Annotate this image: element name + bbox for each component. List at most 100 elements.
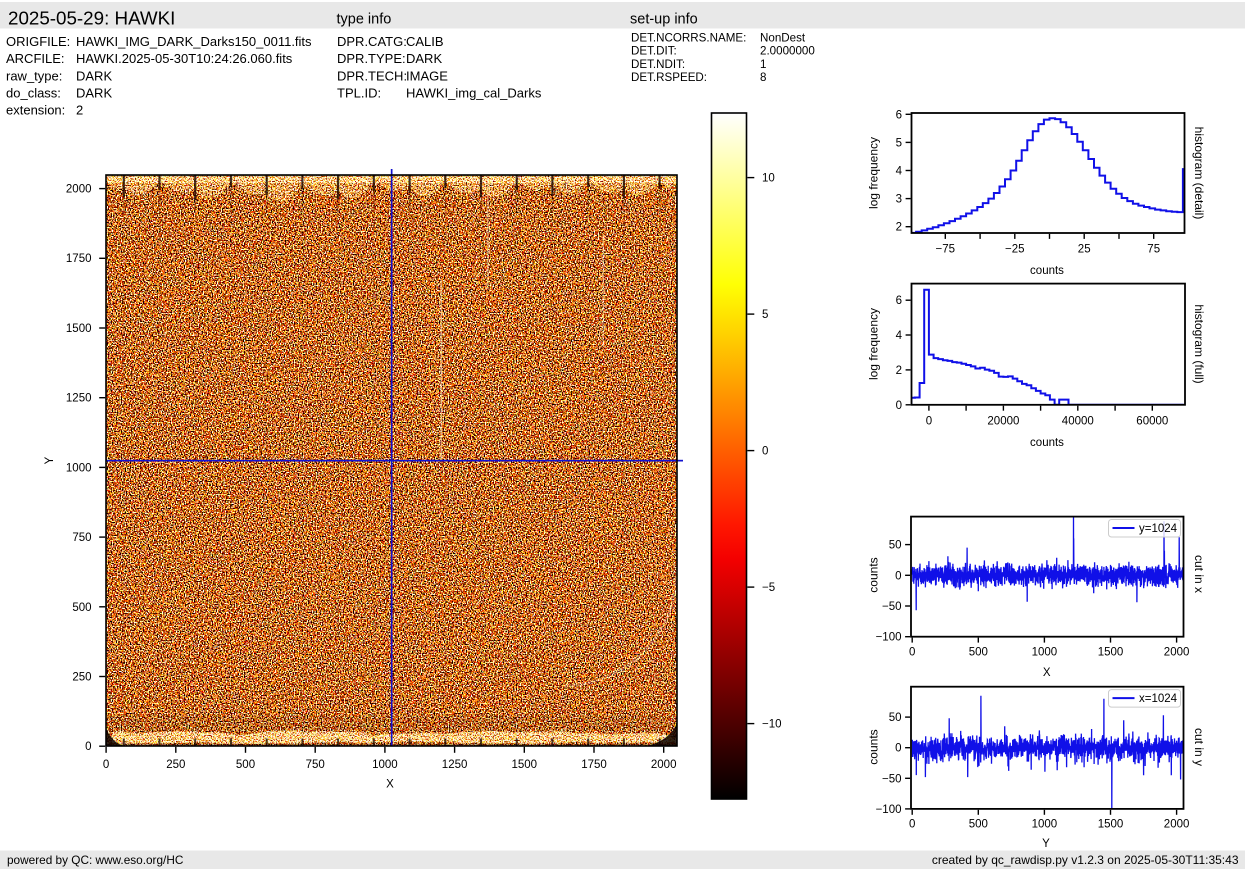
svg-text:1000: 1000 — [66, 462, 92, 474]
svg-text:DARK: DARK — [76, 86, 112, 101]
svg-text:counts: counts — [867, 729, 881, 764]
svg-text:6: 6 — [896, 295, 902, 307]
svg-text:set-up info: set-up info — [630, 11, 698, 27]
svg-text:500: 500 — [969, 819, 988, 831]
svg-text:−75: −75 — [936, 244, 956, 256]
svg-text:IMAGE: IMAGE — [406, 68, 448, 83]
svg-text:2.0000000: 2.0000000 — [760, 45, 815, 58]
svg-text:0: 0 — [909, 819, 915, 831]
svg-text:1750: 1750 — [66, 253, 92, 265]
svg-text:counts: counts — [867, 557, 881, 592]
svg-text:2: 2 — [896, 365, 902, 377]
svg-text:HAWKI_img_cal_Darks: HAWKI_img_cal_Darks — [406, 86, 542, 101]
svg-text:5: 5 — [896, 137, 902, 149]
svg-text:750: 750 — [72, 532, 91, 544]
svg-text:−50: −50 — [882, 601, 902, 613]
svg-text:ARCFILE:: ARCFILE: — [6, 51, 65, 66]
svg-text:10: 10 — [762, 173, 775, 185]
svg-text:counts: counts — [1030, 437, 1064, 449]
svg-text:500: 500 — [72, 602, 91, 614]
svg-text:2000: 2000 — [651, 759, 677, 771]
svg-text:1000: 1000 — [1032, 647, 1058, 659]
svg-text:2025-05-29: HAWKI: 2025-05-29: HAWKI — [8, 7, 175, 28]
svg-text:1: 1 — [760, 58, 766, 71]
svg-text:do_class:: do_class: — [6, 86, 61, 101]
svg-text:3: 3 — [896, 194, 902, 206]
svg-text:cut in x: cut in x — [1192, 555, 1206, 593]
svg-text:500: 500 — [236, 759, 255, 771]
svg-text:60000: 60000 — [1136, 416, 1168, 428]
svg-text:750: 750 — [306, 759, 325, 771]
svg-text:CALIB: CALIB — [406, 34, 444, 49]
svg-text:type info: type info — [337, 11, 392, 27]
svg-text:2000: 2000 — [66, 184, 92, 196]
svg-text:x=1024: x=1024 — [1139, 693, 1178, 705]
svg-text:0: 0 — [926, 416, 932, 428]
svg-text:2000: 2000 — [1164, 647, 1190, 659]
svg-text:1750: 1750 — [581, 759, 607, 771]
svg-text:2000: 2000 — [1164, 819, 1190, 831]
svg-text:DET.NCORRS.NAME:: DET.NCORRS.NAME: — [631, 32, 746, 45]
svg-text:1500: 1500 — [512, 759, 538, 771]
svg-text:500: 500 — [969, 647, 988, 659]
svg-text:1500: 1500 — [1098, 647, 1124, 659]
svg-text:DARK: DARK — [406, 51, 442, 66]
svg-text:50: 50 — [889, 712, 902, 724]
svg-text:log frequency: log frequency — [867, 137, 881, 209]
svg-text:Y: Y — [1042, 838, 1050, 850]
svg-text:250: 250 — [166, 759, 185, 771]
svg-text:DARK: DARK — [76, 68, 112, 83]
svg-text:1000: 1000 — [372, 759, 398, 771]
svg-text:−100: −100 — [876, 632, 902, 644]
svg-text:−100: −100 — [876, 804, 902, 816]
svg-text:0: 0 — [895, 743, 901, 755]
svg-text:DET.RSPEED:: DET.RSPEED: — [631, 71, 707, 84]
svg-text:HAWKI.2025-05-30T10:24:26.060.: HAWKI.2025-05-30T10:24:26.060.fits — [76, 51, 293, 66]
svg-text:6: 6 — [896, 109, 902, 121]
svg-text:1250: 1250 — [442, 759, 468, 771]
svg-text:powered by QC: www.eso.org/HC: powered by QC: www.eso.org/HC — [7, 853, 184, 867]
svg-text:NonDest: NonDest — [760, 32, 806, 45]
svg-text:DPR.TYPE:: DPR.TYPE: — [337, 51, 406, 66]
svg-text:50: 50 — [889, 540, 902, 552]
svg-text:DET.DIT:: DET.DIT: — [631, 45, 677, 58]
svg-text:0: 0 — [896, 400, 902, 412]
svg-text:2: 2 — [896, 222, 902, 234]
svg-text:created by qc_rawdisp.py v1.2.: created by qc_rawdisp.py v1.2.3 on 2025-… — [932, 853, 1239, 867]
svg-text:1250: 1250 — [66, 393, 92, 405]
svg-text:−25: −25 — [1005, 244, 1025, 256]
svg-text:HAWKI_IMG_DARK_Darks150_0011.f: HAWKI_IMG_DARK_Darks150_0011.fits — [76, 34, 312, 49]
svg-text:25: 25 — [1078, 244, 1091, 256]
svg-text:8: 8 — [760, 71, 766, 84]
svg-text:4: 4 — [896, 330, 903, 342]
svg-text:0: 0 — [762, 446, 768, 458]
svg-text:40000: 40000 — [1062, 416, 1094, 428]
svg-text:DET.NDIT:: DET.NDIT: — [631, 58, 685, 71]
svg-text:X: X — [386, 779, 394, 791]
svg-text:−50: −50 — [882, 773, 902, 785]
svg-text:X: X — [1043, 667, 1051, 679]
svg-text:DPR.TECH:: DPR.TECH: — [337, 68, 407, 83]
svg-text:histogram (full): histogram (full) — [1192, 304, 1206, 383]
svg-text:4: 4 — [896, 166, 903, 178]
svg-text:0: 0 — [85, 741, 91, 753]
svg-text:1500: 1500 — [1098, 819, 1124, 831]
svg-text:1000: 1000 — [1032, 819, 1058, 831]
svg-text:log frequency: log frequency — [867, 308, 881, 380]
svg-text:1500: 1500 — [66, 323, 92, 335]
svg-text:histogram (detail): histogram (detail) — [1192, 127, 1206, 220]
svg-text:extension:: extension: — [6, 103, 65, 118]
svg-text:−10: −10 — [762, 719, 782, 731]
svg-text:Y: Y — [44, 456, 56, 464]
svg-text:0: 0 — [895, 570, 901, 582]
svg-text:75: 75 — [1147, 244, 1160, 256]
svg-text:DPR.CATG:: DPR.CATG: — [337, 34, 407, 49]
svg-text:TPL.ID:: TPL.ID: — [337, 86, 381, 101]
svg-text:250: 250 — [72, 672, 91, 684]
svg-text:ORIGFILE:: ORIGFILE: — [6, 34, 70, 49]
svg-text:−5: −5 — [762, 582, 775, 594]
svg-text:cut in y: cut in y — [1192, 728, 1206, 766]
svg-text:20000: 20000 — [987, 416, 1019, 428]
svg-text:0: 0 — [103, 759, 109, 771]
svg-text:counts: counts — [1030, 265, 1064, 277]
